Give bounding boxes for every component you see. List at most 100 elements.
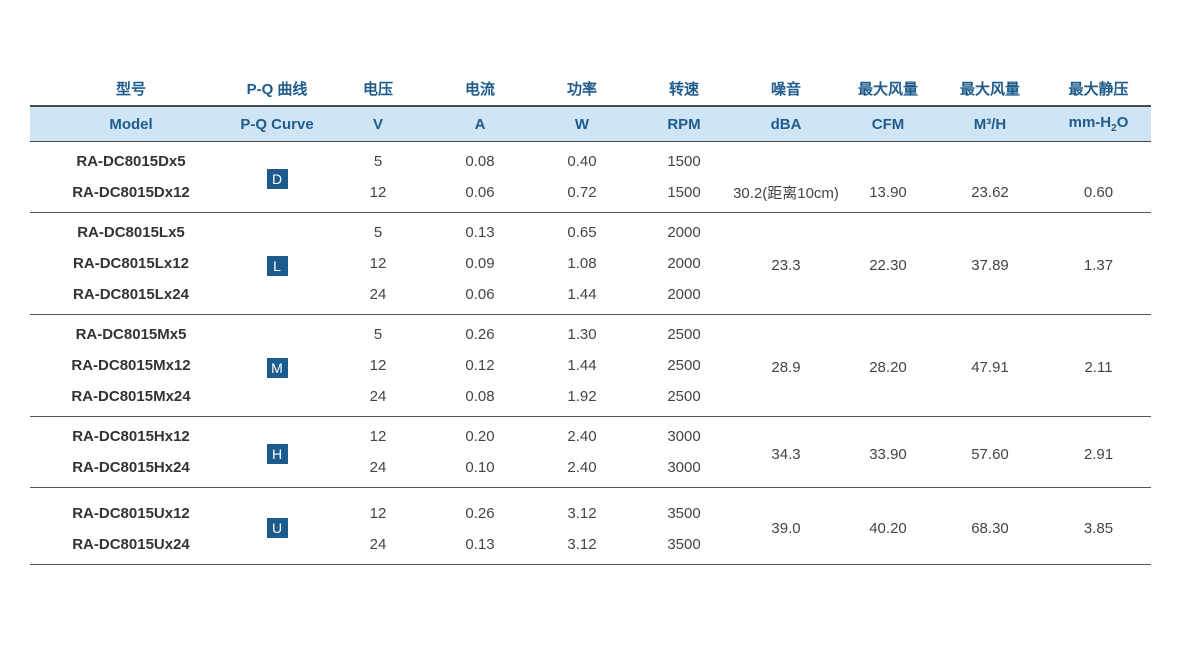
dba-cell: 34.3	[730, 416, 842, 488]
power-cell: 1.08	[567, 255, 597, 272]
table-row: RA-DC8015Mx5 M 5 0.26 1.30 2500 28.9 28.…	[30, 314, 1151, 417]
fan-spec-table: 型号 P-Q 曲线 电压 电流 功率 转速 噪音 最大风量 最大风量 最大静压 …	[30, 72, 1151, 565]
dba-cell: 30.2(距离10cm)	[730, 141, 842, 213]
pressure-cell: 2.11	[1046, 314, 1151, 417]
header-power: W	[526, 106, 638, 142]
rpm-cell: 1500	[638, 177, 730, 213]
current-cell: 0.08	[465, 153, 495, 170]
header-mm-h2o: mm-H2O	[1046, 106, 1151, 142]
model-cell: RA-DC8015Mx5	[75, 326, 187, 343]
power-cell: 1.92	[526, 381, 638, 417]
voltage-cell: 24	[322, 452, 434, 488]
header-airflow-cfm-zh: 最大风量	[842, 72, 934, 107]
header-airflow-m3h-zh: 最大风量	[934, 72, 1046, 107]
rpm-cell: 2500	[667, 357, 701, 374]
pq-curve-badge[interactable]: D	[266, 169, 288, 189]
voltage-cell: 5	[373, 326, 383, 343]
model-cell: RA-DC8015Mx24	[30, 381, 232, 417]
model-cell: RA-DC8015Lx12	[73, 255, 189, 272]
cfm-cell: 33.90	[842, 416, 934, 488]
spec-table-container: 型号 P-Q 曲线 电压 电流 功率 转速 噪音 最大风量 最大风量 最大静压 …	[30, 72, 1151, 565]
cfm-cell: 40.20	[842, 487, 934, 565]
power-cell: 3.12	[567, 505, 597, 522]
power-cell: 0.65	[567, 224, 597, 241]
cfm-cell: 13.90	[842, 141, 934, 213]
model-cell: RA-DC8015Lx5	[77, 224, 185, 241]
rpm-cell: 3000	[638, 452, 730, 488]
header-mm-h2o-tail: O	[1116, 114, 1129, 131]
dba-cell: 28.9	[730, 314, 842, 417]
voltage-cell: 12	[369, 505, 387, 522]
m3h-cell: 37.89	[934, 212, 1046, 315]
voltage-cell: 12	[369, 357, 387, 374]
pq-curve-cell: M	[232, 314, 322, 417]
pressure-cell: 1.37	[1046, 212, 1151, 315]
dba-cell: 39.0	[730, 487, 842, 565]
model-cell: RA-DC8015Mx12	[71, 357, 191, 374]
power-cell: 1.44	[526, 279, 638, 315]
m3h-cell: 57.60	[934, 416, 1046, 488]
header-pq-curve: P-Q Curve	[232, 106, 322, 142]
model-cell: RA-DC8015Hx24	[30, 452, 232, 488]
pq-curve-cell: U	[232, 487, 322, 565]
current-cell: 0.06	[434, 177, 526, 213]
header-voltage: V	[322, 106, 434, 142]
voltage-cell: 24	[322, 529, 434, 565]
header-static-pressure-zh: 最大静压	[1046, 72, 1151, 107]
rpm-cell: 2000	[667, 255, 701, 272]
current-cell: 0.06	[434, 279, 526, 315]
m3h-cell: 47.91	[934, 314, 1046, 417]
header-m3h: M³/H	[934, 106, 1046, 142]
pq-curve-cell: D	[232, 141, 322, 213]
header-voltage-zh: 电压	[322, 72, 434, 107]
voltage-cell: 24	[322, 279, 434, 315]
m3h-cell: 23.62	[934, 141, 1046, 213]
rpm-cell: 2000	[638, 279, 730, 315]
power-cell: 0.72	[526, 177, 638, 213]
pressure-cell: 2.91	[1046, 416, 1151, 488]
current-cell: 0.20	[465, 428, 495, 445]
current-cell: 0.08	[434, 381, 526, 417]
pq-curve-badge[interactable]: M	[266, 357, 288, 378]
pq-curve-cell: H	[232, 416, 322, 488]
rpm-cell: 2500	[638, 381, 730, 417]
rpm-cell: 2500	[667, 326, 701, 343]
dba-cell: 23.3	[730, 212, 842, 315]
voltage-cell: 5	[373, 224, 383, 241]
power-cell: 1.44	[567, 357, 597, 374]
model-cell: RA-DC8015Lx24	[30, 279, 232, 315]
model-cell: RA-DC8015Dx5	[76, 153, 186, 170]
header-pq-curve-zh: P-Q 曲线	[232, 72, 322, 107]
header-speed-zh: 转速	[638, 72, 730, 107]
header-model-zh: 型号	[30, 72, 232, 107]
current-cell: 0.10	[434, 452, 526, 488]
current-cell: 0.12	[465, 357, 495, 374]
power-cell: 2.40	[526, 452, 638, 488]
model-cell: RA-DC8015Hx12	[72, 428, 190, 445]
pq-curve-badge[interactable]: U	[266, 518, 288, 538]
rpm-cell: 2000	[667, 224, 701, 241]
model-cell: RA-DC8015Ux24	[30, 529, 232, 565]
header-power-zh: 功率	[526, 72, 638, 107]
rpm-cell: 3000	[667, 428, 701, 445]
header-row-english: Model P-Q Curve V A W RPM dBA CFM M³/H m…	[30, 106, 1151, 142]
pq-curve-badge[interactable]: H	[266, 444, 288, 464]
header-dba: dBA	[730, 106, 842, 142]
header-mm-h2o-base: mm-H	[1068, 114, 1112, 131]
pq-curve-badge[interactable]: L	[266, 255, 288, 276]
voltage-cell: 12	[369, 428, 387, 445]
header-current-zh: 电流	[434, 72, 526, 107]
header-noise-zh: 噪音	[730, 72, 842, 107]
m3h-cell: 68.30	[934, 487, 1046, 565]
rpm-cell: 1500	[667, 153, 701, 170]
current-cell: 0.09	[465, 255, 495, 272]
current-cell: 0.13	[434, 529, 526, 565]
voltage-cell: 12	[322, 177, 434, 213]
power-cell: 1.30	[567, 326, 597, 343]
rpm-cell: 3500	[667, 505, 701, 522]
header-cfm: CFM	[842, 106, 934, 142]
table-row: RA-DC8015Lx5 L 5 0.13 0.65 2000 23.3 22.…	[30, 212, 1151, 315]
voltage-cell: 12	[369, 255, 387, 272]
table-row: RA-DC8015Hx12 H 12 0.20 2.40 3000 34.3 3…	[30, 416, 1151, 488]
current-cell: 0.26	[465, 326, 495, 343]
